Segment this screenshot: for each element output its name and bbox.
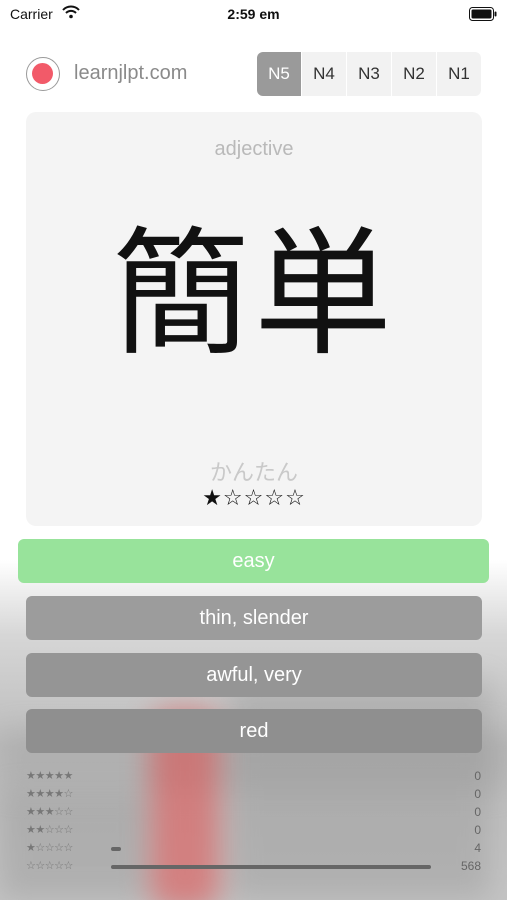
stats-row: ★★★★☆ 0 [0,785,507,803]
flashcard[interactable]: adjective 簡単 かんたん ★☆☆☆☆ [26,112,482,526]
answer-button-thin-slender[interactable]: thin, slender [26,596,482,640]
status-bar: Carrier 2:59 em [0,0,507,30]
stars-label: ★★☆☆☆ [26,823,73,836]
stats-row: ★★☆☆☆ 0 [0,821,507,839]
stars-label: ★★★★☆ [26,787,73,800]
stats-bar [111,865,431,869]
level-tab-n5[interactable]: N5 [257,52,301,96]
stats-row: ★★★☆☆ 0 [0,803,507,821]
answer-button-easy[interactable]: easy [18,539,489,583]
stats-count: 0 [474,823,481,837]
progress-stats: ★★★★★ 0 ★★★★☆ 0 ★★★☆☆ 0 ★★☆☆☆ 0 ★☆☆☆☆ 4 … [0,767,507,875]
stats-count: 0 [474,769,481,783]
stats-row: ★☆☆☆☆ 4 [0,839,507,857]
clock: 2:59 em [227,6,280,22]
level-tab-n3[interactable]: N3 [347,52,391,96]
stats-count: 4 [474,841,481,855]
battery-icon [469,7,497,24]
record-icon[interactable] [26,57,60,91]
level-tab-n1[interactable]: N1 [437,52,481,96]
level-tab-n2[interactable]: N2 [392,52,436,96]
stars-label: ☆☆☆☆☆ [26,859,73,872]
stats-row: ★★★★★ 0 [0,767,507,785]
stars-label: ★★★☆☆ [26,805,73,818]
stars-label: ★★★★★ [26,769,73,782]
answer-button-red[interactable]: red [26,709,482,753]
stats-count: 0 [474,787,481,801]
kana-reading: かんたん [209,461,298,486]
stats-count: 0 [474,805,481,819]
stats-row: ☆☆☆☆☆ 568 [0,857,507,875]
app-header: learnjlpt.com N5 N4 N3 N2 N1 [0,52,507,98]
part-of-speech: adjective [214,138,294,160]
kanji-word: 簡単 [111,214,396,375]
answer-button-awful-very[interactable]: awful, very [26,653,482,697]
level-selector: N5 N4 N3 N2 N1 [257,52,482,96]
level-tab-n4[interactable]: N4 [302,52,346,96]
star-rating[interactable]: ★☆☆☆☆ [26,486,482,511]
site-link[interactable]: learnjlpt.com [74,62,187,85]
stats-bar [111,847,121,851]
stars-label: ★☆☆☆☆ [26,841,73,854]
stats-count: 568 [460,859,481,873]
